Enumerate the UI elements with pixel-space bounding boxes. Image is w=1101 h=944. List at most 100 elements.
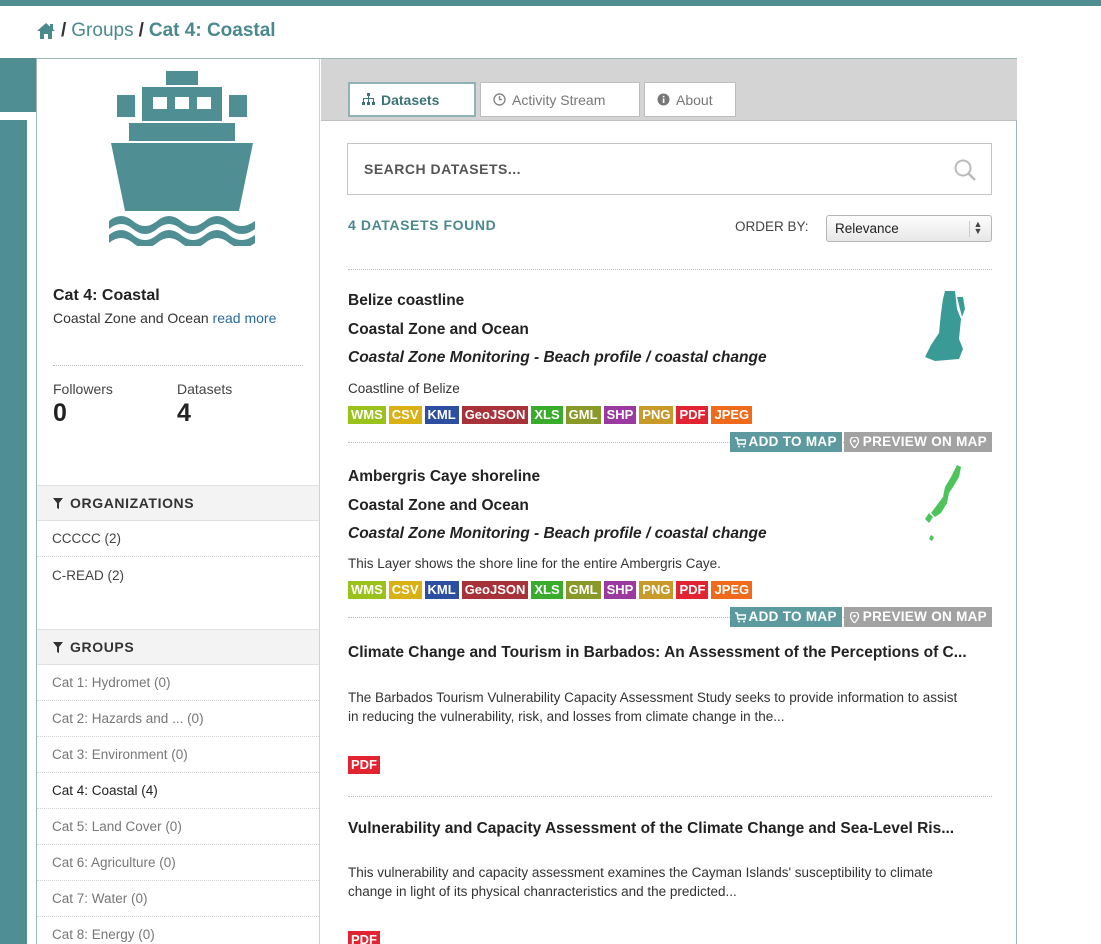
- map-marker-icon: [849, 436, 859, 448]
- followers-count: 0: [53, 399, 67, 427]
- divider: [53, 365, 303, 366]
- search-input[interactable]: [364, 161, 924, 177]
- info-icon: [657, 93, 670, 106]
- format-badge-wms[interactable]: WMS: [348, 406, 386, 424]
- add-to-map-label: ADD TO MAP: [748, 434, 837, 449]
- breadcrumb-groups-link[interactable]: Groups: [71, 20, 133, 42]
- main-content: Datasets Activity Stream About 4 DATASET…: [321, 59, 1017, 944]
- dataset-organization: Coastal Zone and Ocean: [348, 321, 529, 338]
- cart-icon: [734, 611, 746, 622]
- format-badge-geojson[interactable]: GeoJSON: [461, 406, 529, 424]
- format-badge-gml[interactable]: GML: [565, 581, 601, 599]
- dataset-title[interactable]: Belize coastline: [348, 292, 464, 310]
- format-badge-pdf[interactable]: PDF: [348, 931, 380, 944]
- datasets-label: Datasets: [177, 381, 233, 397]
- format-badge-jpeg[interactable]: JPEG: [711, 581, 753, 599]
- facet-item-cread[interactable]: C-READ (2): [37, 557, 319, 593]
- dataset-actions: ADD TO MAP PREVIEW ON MAP: [729, 432, 992, 452]
- format-badge-jpeg[interactable]: JPEG: [711, 406, 753, 424]
- dataset-notes: Coastline of Belize: [348, 381, 460, 396]
- tab-activity-stream[interactable]: Activity Stream: [480, 82, 640, 117]
- group-title: Cat 4: Coastal: [53, 287, 160, 304]
- clock-icon: [493, 93, 506, 106]
- format-badge-shp[interactable]: SHP: [603, 581, 637, 599]
- order-by-label: ORDER BY:: [735, 219, 809, 234]
- tab-about[interactable]: About: [644, 82, 736, 117]
- tab-datasets-label: Datasets: [381, 91, 440, 108]
- format-badge-gml[interactable]: GML: [565, 406, 601, 424]
- format-badge-geojson[interactable]: GeoJSON: [461, 581, 529, 599]
- tab-datasets[interactable]: Datasets: [348, 82, 476, 117]
- facet-item-hydromet[interactable]: Cat 1: Hydromet (0): [37, 665, 319, 701]
- ambergris-map-thumbnail: [925, 465, 961, 541]
- breadcrumb: / Groups / Cat 4: Coastal: [36, 20, 276, 42]
- dataset-title[interactable]: Vulnerability and Capacity Assessment of…: [348, 819, 968, 838]
- dataset-subtitle: Coastal Zone Monitoring - Beach profile …: [348, 525, 767, 542]
- breadcrumb-current[interactable]: Cat 4: Coastal: [149, 20, 276, 42]
- format-badges: WMS CSV KML GeoJSON XLS GML SHP PNG PDF …: [348, 406, 753, 424]
- format-badge-png[interactable]: PNG: [639, 581, 674, 599]
- followers-label: Followers: [53, 381, 113, 397]
- sitemap-icon: [362, 93, 375, 105]
- tab-activity-stream-label: Activity Stream: [512, 91, 606, 108]
- dataset-notes: The Barbados Tourism Vulnerability Capac…: [348, 690, 958, 724]
- facet-item-environment[interactable]: Cat 3: Environment (0): [37, 737, 319, 773]
- add-to-map-button[interactable]: ADD TO MAP: [729, 432, 842, 452]
- tab-about-label: About: [676, 91, 713, 108]
- format-badge-png[interactable]: PNG: [639, 406, 674, 424]
- format-badges: WMS CSV KML GeoJSON XLS GML SHP PNG PDF …: [348, 581, 753, 599]
- format-badge-kml[interactable]: KML: [424, 406, 459, 424]
- facet-item-water[interactable]: Cat 7: Water (0): [37, 881, 319, 917]
- format-badges: PDF: [348, 756, 380, 774]
- order-by-select[interactable]: Relevance ▲ ▼: [826, 215, 992, 242]
- ship-icon: [109, 71, 255, 246]
- facet-item-land-cover[interactable]: Cat 5: Land Cover (0): [37, 809, 319, 845]
- sidebar: Cat 4: Coastal Coastal Zone and Ocean re…: [37, 59, 320, 944]
- dataset-subtitle: Coastal Zone Monitoring - Beach profile …: [348, 349, 767, 366]
- facet-item-cccc[interactable]: CCCCC (2): [37, 521, 319, 557]
- breadcrumb-separator: /: [138, 20, 144, 41]
- facet-item-agriculture[interactable]: Cat 6: Agriculture (0): [37, 845, 319, 881]
- format-badge-pdf[interactable]: PDF: [348, 756, 380, 774]
- groups-facet-title: GROUPS: [70, 639, 135, 655]
- groups-facet-header: GROUPS: [37, 629, 319, 665]
- dataset-title[interactable]: Ambergris Caye shoreline: [348, 468, 540, 486]
- read-more-link[interactable]: read more: [213, 310, 277, 326]
- filter-icon: [53, 497, 63, 509]
- facet-item-coastal[interactable]: Cat 4: Coastal (4): [37, 773, 319, 809]
- format-badge-xls[interactable]: XLS: [531, 406, 563, 424]
- format-badge-pdf[interactable]: PDF: [676, 581, 709, 599]
- left-band: [0, 120, 27, 944]
- format-badge-csv[interactable]: CSV: [388, 406, 422, 424]
- divider: [348, 269, 992, 270]
- group-container: Cat 4: Coastal Coastal Zone and Ocean re…: [36, 58, 1017, 944]
- format-badge-kml[interactable]: KML: [424, 581, 459, 599]
- facet-item-energy[interactable]: Cat 8: Energy (0): [37, 917, 319, 944]
- format-badge-csv[interactable]: CSV: [388, 581, 422, 599]
- results-count: 4 DATASETS FOUND: [348, 217, 497, 233]
- dataset-actions: ADD TO MAP PREVIEW ON MAP: [729, 607, 992, 627]
- organizations-facet-title: ORGANIZATIONS: [70, 495, 195, 511]
- preview-on-map-button[interactable]: PREVIEW ON MAP: [843, 607, 992, 627]
- dataset-title[interactable]: Climate Change and Tourism in Barbados: …: [348, 643, 968, 662]
- preview-on-map-button[interactable]: PREVIEW ON MAP: [843, 432, 992, 452]
- home-icon[interactable]: [36, 22, 56, 40]
- dataset-organization: Coastal Zone and Ocean: [348, 497, 529, 514]
- preview-on-map-label: PREVIEW ON MAP: [862, 434, 987, 449]
- format-badge-wms[interactable]: WMS: [348, 581, 386, 599]
- add-to-map-button[interactable]: ADD TO MAP: [729, 607, 842, 627]
- facet-item-hazards[interactable]: Cat 2: Hazards and ... (0): [37, 701, 319, 737]
- breadcrumb-separator: /: [61, 20, 67, 41]
- search-icon[interactable]: [953, 158, 977, 182]
- order-by-value: Relevance: [835, 221, 899, 236]
- belize-map-thumbnail: [925, 291, 965, 361]
- format-badges: PDF: [348, 931, 380, 944]
- filter-icon: [53, 641, 63, 653]
- map-marker-icon: [849, 611, 859, 623]
- format-badge-pdf[interactable]: PDF: [676, 406, 709, 424]
- tab-bar: Datasets Activity Stream About: [321, 59, 1017, 121]
- datasets-count: 4: [177, 399, 191, 427]
- group-description-text: Coastal Zone and Ocean: [53, 310, 209, 326]
- format-badge-xls[interactable]: XLS: [531, 581, 563, 599]
- format-badge-shp[interactable]: SHP: [603, 406, 637, 424]
